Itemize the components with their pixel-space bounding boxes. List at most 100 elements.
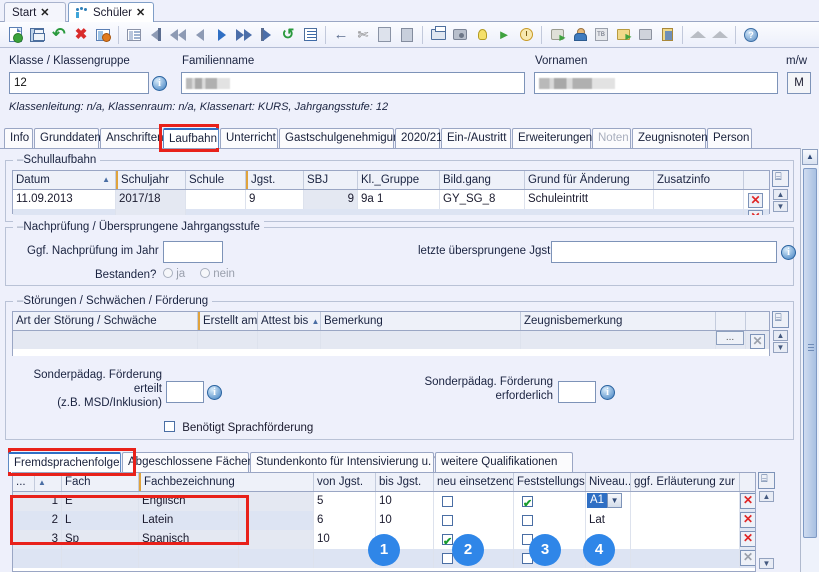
scroll-down-icon[interactable]: ▼ (773, 342, 788, 353)
delete-row-icon[interactable]: ✕ (748, 210, 763, 215)
delete-row-icon[interactable]: ✕ (740, 531, 755, 547)
form-close-icon[interactable] (93, 25, 113, 45)
student-icon[interactable] (569, 25, 589, 45)
column-grund[interactable]: Grund für Änderung (525, 171, 654, 189)
cell-rest-new[interactable] (186, 209, 744, 215)
save-icon[interactable] (27, 25, 47, 45)
help-icon[interactable]: ? (741, 25, 761, 45)
cell-zusatzinfo[interactable] (654, 190, 744, 209)
tab-anschriften[interactable]: Anschriften (100, 128, 164, 148)
window-tab-start[interactable]: Start ✕ (4, 2, 66, 22)
bottom-tab-fremdsprachenfolge[interactable]: Fremdsprachenfolge (8, 452, 121, 472)
refresh-icon[interactable]: ↺ (278, 25, 298, 45)
column-zusatzinfo[interactable]: Zusatzinfo (654, 171, 744, 189)
scroll-down-icon[interactable]: ▼ (773, 201, 788, 212)
print-preview-icon[interactable] (450, 25, 470, 45)
note-icon[interactable] (635, 25, 655, 45)
undo-icon[interactable]: ↶ (49, 25, 69, 45)
table-row[interactable]: 2 L Latein 6 10 Lat ✕ (13, 511, 755, 530)
checkbox-icon[interactable] (442, 533, 453, 549)
familienname-input[interactable] (181, 72, 525, 94)
table-row-new[interactable]: ✕ (13, 209, 769, 215)
cell-niveau[interactable]: A1 ▼ (586, 492, 631, 511)
info-icon[interactable]: i (600, 385, 615, 400)
info-icon[interactable]: i (207, 385, 222, 400)
delete-row-icon[interactable]: ✕ (740, 550, 755, 566)
niveau-dropdown[interactable]: A1 ▼ (587, 493, 623, 508)
list-icon[interactable] (300, 25, 320, 45)
sprachfoerderung-checkbox-row[interactable]: Benötigt Sprachförderung (164, 421, 313, 435)
cell-feststellung[interactable] (514, 492, 586, 511)
delete-row-icon[interactable]: ✕ (750, 334, 765, 349)
column-attest-bis[interactable]: Attest bis ▲ (258, 312, 321, 330)
tab-ein-austritt[interactable]: Ein-/Austritt (441, 128, 511, 148)
column-bildgang[interactable]: Bild.gang (440, 171, 525, 189)
column-kl-gruppe[interactable]: Kl._Gruppe (358, 171, 440, 189)
column-erlaeuterung[interactable]: ggf. Erläuterung zur Fe... (631, 473, 740, 491)
cell-fachbezeichnung[interactable] (139, 549, 239, 568)
column-bis-jgst[interactable]: bis Jgst. (376, 473, 434, 491)
next-record-icon[interactable] (212, 25, 232, 45)
cell-zeugnisbemerkung[interactable] (521, 331, 716, 349)
column-fach[interactable]: Fach (62, 473, 139, 491)
scrollbar-thumb[interactable] (803, 168, 817, 538)
scroll-down-icon[interactable]: ▼ (759, 558, 774, 569)
delete-row-icon[interactable]: ✕ (740, 512, 755, 528)
cell-neu-einsetzend[interactable] (434, 492, 514, 511)
cell-fach[interactable]: E (62, 492, 139, 511)
page-scrollbar[interactable]: ▲ (800, 148, 819, 572)
tab-zeugnisnoten[interactable]: Zeugnisnoten (632, 128, 708, 148)
cell-erlaeuterung[interactable] (631, 492, 740, 511)
column-von-jgst[interactable]: von Jgst. (314, 473, 376, 491)
cell-datum[interactable]: 11.09.2013 (13, 190, 116, 209)
column-neu-einsetzend[interactable]: neu einsetzend... (434, 473, 514, 491)
ellipsis-button[interactable]: ... (716, 331, 744, 345)
photo-icon[interactable] (657, 25, 677, 45)
column-jgst[interactable]: Jgst. (246, 171, 304, 189)
scroll-up-arrow-icon[interactable]: ▲ (802, 149, 818, 165)
cell-bemerkung[interactable] (321, 331, 521, 349)
chevron-down-icon[interactable]: ▼ (607, 493, 623, 508)
prev-record-icon[interactable] (190, 25, 210, 45)
delete-row-icon[interactable]: ✕ (740, 493, 755, 509)
column-art[interactable]: Art der Störung / Schwäche (13, 312, 198, 330)
checkbox-icon[interactable] (442, 496, 453, 507)
table-row[interactable]: ✕ (13, 331, 769, 349)
cell-neu-einsetzend[interactable] (434, 511, 514, 530)
delete-row-icon[interactable]: ✕ (748, 193, 763, 208)
info-icon[interactable]: i (781, 245, 796, 260)
column-schuljahr[interactable]: Schuljahr (116, 171, 186, 189)
vornamen-input[interactable] (534, 72, 778, 94)
paste-icon[interactable] (397, 25, 417, 45)
cell-fach[interactable]: Sp (62, 530, 139, 549)
graduation2-icon[interactable] (710, 25, 730, 45)
tab-laufbahn[interactable]: Laufbahn (163, 128, 219, 148)
transfer-icon[interactable] (613, 25, 633, 45)
nachpruefung-jahr-input[interactable] (163, 241, 223, 263)
cell-erlaeuterung[interactable] (631, 549, 740, 568)
back-icon[interactable]: ← (331, 25, 351, 45)
cell-bis[interactable]: 10 (376, 511, 434, 530)
foerderung-erteilt-input[interactable] (166, 381, 204, 403)
print-icon[interactable] (428, 25, 448, 45)
column-bemerkung[interactable]: Bemerkung (321, 312, 521, 330)
cell-schuljahr[interactable]: 2017/18 (116, 190, 186, 209)
column-fachbezeichnung[interactable]: Fachbezeichnung (139, 473, 314, 491)
cell-schule[interactable] (186, 190, 246, 209)
checkbox-icon[interactable] (164, 421, 175, 432)
cell-jgst[interactable]: 9 (246, 190, 304, 209)
radio-ja[interactable]: ja (163, 268, 185, 280)
foerderung-erforderlich-input[interactable] (558, 381, 596, 403)
announce-icon[interactable]: ► (494, 25, 514, 45)
cell-fachbezeichnung[interactable]: Latein (139, 511, 239, 530)
column-zeugnisbemerkung[interactable]: Zeugnisbemerkung (521, 312, 716, 330)
new-document-icon[interactable] (5, 25, 25, 45)
column-niveau[interactable]: Niveau... (586, 473, 631, 491)
reminder-icon[interactable] (516, 25, 536, 45)
cell-bildgang[interactable]: GY_SG_8 (440, 190, 525, 209)
next-page-icon[interactable] (234, 25, 254, 45)
bottom-tab-abgeschlossene-faecher[interactable]: Abgeschlossene Fächer (122, 452, 251, 472)
last-record-icon[interactable] (256, 25, 276, 45)
tb-icon[interactable]: TB (591, 25, 611, 45)
checkbox-icon[interactable] (442, 515, 453, 526)
